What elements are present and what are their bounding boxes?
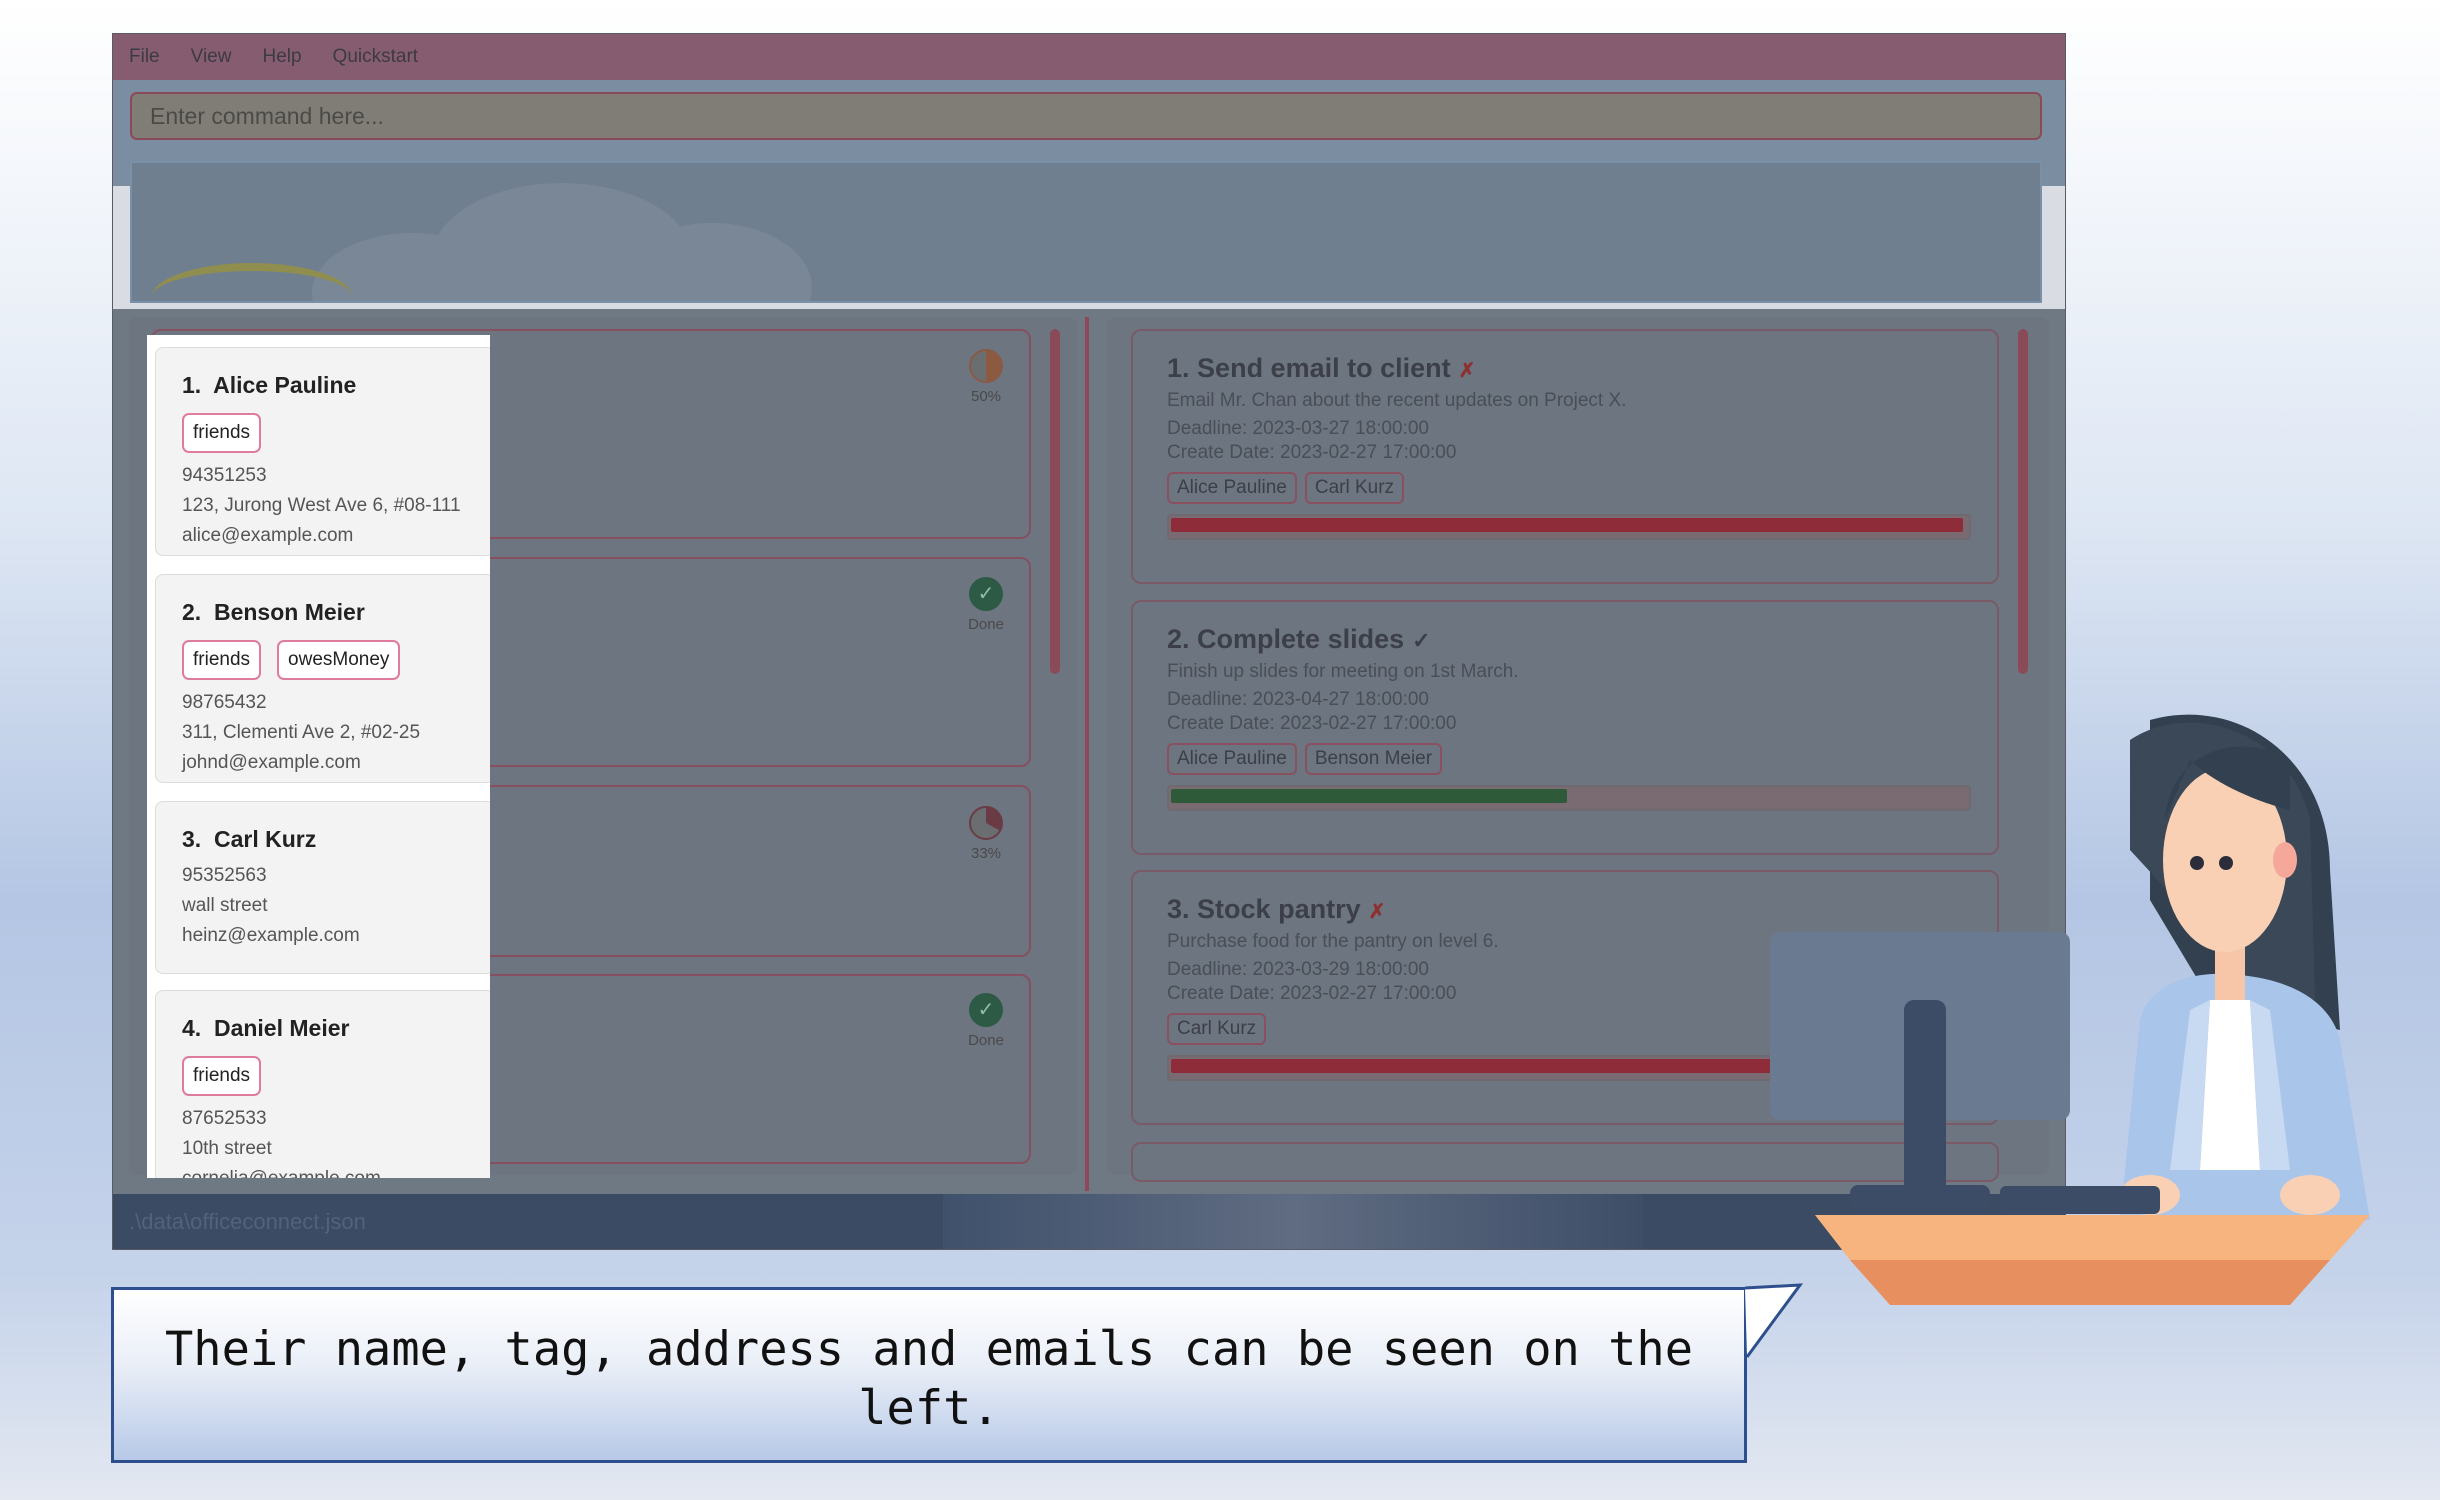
person-index: 4. [182, 1015, 202, 1041]
person-phone: 94351253 [182, 465, 267, 486]
person-card[interactable]: 2. Benson Meier friends owesMoney 987654… [155, 574, 490, 783]
menu-view[interactable]: View [191, 46, 232, 68]
menu-help[interactable]: Help [262, 46, 301, 68]
person-address: 123, Jurong West Ave 6, #08-111 [182, 495, 461, 516]
person-tag: friends [182, 640, 262, 680]
person-name: Benson Meier [213, 599, 365, 625]
person-name-row: 1. Alice Pauline [182, 372, 490, 399]
menu-bar: File View Help Quickstart [113, 34, 2065, 80]
progress-pie-icon [969, 349, 1003, 383]
task-index: 2. [1167, 624, 1190, 654]
progress-label: Done [968, 616, 1004, 633]
task-index: 1. [1167, 353, 1190, 383]
person-index: 2. [182, 599, 202, 625]
complete-mark: ✓ [1412, 628, 1431, 653]
highlighted-person-list: 1. Alice Pauline friends 94351253 123, J… [147, 335, 490, 1178]
task-card[interactable]: 1. Send email to client ✗ Email Mr. Chan … [1131, 329, 1999, 584]
statusbar-decoration [943, 1194, 1643, 1249]
assignee-tag: Alice Pauline [1167, 472, 1297, 504]
person-card[interactable]: 4. Daniel Meier friends 87652533 10th st… [155, 990, 490, 1178]
person-list-scrollbar[interactable] [1050, 329, 1060, 674]
person-name: Carl Kurz [213, 826, 317, 852]
tutorial-caption: Their name, tag, address and emails can … [111, 1287, 1747, 1463]
guide-character-illustration [1770, 714, 2370, 1305]
task-progress-bar [1167, 514, 1971, 540]
person-tag: friends [182, 413, 262, 453]
check-icon: ✓ [969, 993, 1003, 1027]
task-assignees: Alice Pauline Carl Kurz [1167, 472, 1963, 504]
person-phone: 95352563 [182, 865, 267, 886]
person-tags: friends owesMoney [182, 640, 490, 680]
task-title: Complete slides [1197, 624, 1405, 654]
task-description: Finish up slides for meeting on 1st Marc… [1167, 661, 1519, 682]
person-name-row: 4. Daniel Meier [182, 1015, 490, 1042]
person-address: 10th street [182, 1138, 272, 1159]
task-title-row: 2. Complete slides ✓ [1167, 624, 1963, 655]
task-progress-fill [1171, 518, 1963, 532]
menu-quickstart[interactable]: Quickstart [333, 46, 419, 68]
person-email: alice@example.com [182, 525, 354, 546]
person-card[interactable]: 3. Carl Kurz 95352563 wall street heinz@… [155, 801, 490, 974]
person-phone: 98765432 [182, 692, 267, 713]
person-tag: friends [182, 1056, 262, 1096]
progress-pie-icon [969, 806, 1003, 840]
task-title: Send email to client [1197, 353, 1451, 383]
data-file-path: .\data\officeconnect.json [129, 1209, 366, 1234]
person-address: wall street [182, 895, 268, 916]
assignee-tag: Carl Kurz [1167, 1013, 1267, 1045]
progress-label: Done [968, 1032, 1004, 1049]
person-card[interactable]: 1. Alice Pauline friends 94351253 123, J… [155, 347, 490, 556]
task-description: Email Mr. Chan about the recent updates … [1167, 390, 1627, 411]
task-create-date: Create Date: 2023-02-27 17:00:00 [1167, 442, 1457, 463]
person-name-row: 3. Carl Kurz [182, 826, 490, 853]
person-tags: friends [182, 1056, 490, 1096]
assignee-tag: Benson Meier [1304, 743, 1443, 775]
task-index: 3. [1167, 894, 1190, 924]
person-name: Daniel Meier [213, 1015, 350, 1041]
task-deadline: Deadline: 2023-03-27 18:00:00 [1167, 418, 1429, 439]
person-index: 3. [182, 826, 202, 852]
task-title-row: 1. Send email to client ✗ [1167, 353, 1963, 384]
person-index: 1. [182, 372, 202, 398]
result-display [130, 161, 2042, 303]
person-email: heinz@example.com [182, 925, 360, 946]
command-input[interactable]: Enter command here... [130, 92, 2042, 140]
person-name-row: 2. Benson Meier [182, 599, 490, 626]
person-email: johnd@example.com [182, 752, 361, 773]
incomplete-mark: ✗ [1368, 901, 1386, 923]
person-tags: friends [182, 413, 490, 453]
person-name: Alice Pauline [213, 372, 357, 398]
progress-label: 50% [970, 388, 1002, 405]
person-phone: 87652533 [182, 1108, 267, 1129]
panel-divider[interactable] [1085, 317, 1089, 1191]
person-email: cornelia@example.com [182, 1168, 490, 1178]
assignee-tag: Alice Pauline [1167, 743, 1297, 775]
task-list-scrollbar[interactable] [2018, 329, 2028, 674]
menu-file[interactable]: File [129, 46, 160, 68]
person-tag: owesMoney [277, 640, 401, 680]
check-icon: ✓ [969, 577, 1003, 611]
progress-label: 33% [970, 845, 1002, 862]
person-address: 311, Clementi Ave 2, #02-25 [182, 722, 421, 743]
incomplete-mark: ✗ [1458, 360, 1476, 382]
task-progress-fill [1171, 789, 1567, 803]
assignee-tag: Carl Kurz [1304, 472, 1405, 504]
task-title: Stock pantry [1197, 894, 1361, 924]
